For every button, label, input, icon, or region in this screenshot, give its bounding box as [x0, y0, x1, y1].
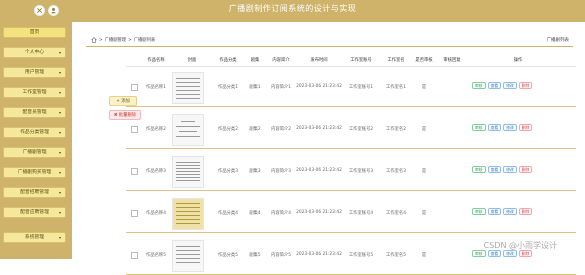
delete-button[interactable]: 删除 [518, 208, 533, 215]
row-checkbox[interactable] [131, 252, 138, 259]
sidebar-item-users[interactable]: 用户管理 ▾ [3, 67, 66, 78]
col-audited[interactable]: 是否审核 [415, 57, 432, 63]
col-episodes[interactable]: 剧集 [251, 57, 260, 63]
sidebar-item-recruitment[interactable]: 配音招聘管理 ▾ [3, 187, 66, 198]
top-header: 广播剧制作订阅系统的设计与实现 [0, 0, 585, 23]
edit-button[interactable]: 修改 [503, 208, 517, 215]
table-row: 作品名称2 作品分类2 剧集2 内容简介2 2023-03-06 21:23:4… [126, 109, 576, 149]
divider [86, 46, 573, 47]
review-button[interactable]: 审核 [472, 208, 486, 215]
sidebar-item-profile[interactable]: 个人中心 ▾ [3, 47, 66, 58]
delete-button[interactable]: 删除 [518, 166, 533, 173]
review-button[interactable]: 审核 [472, 166, 486, 173]
review-button[interactable]: 审核 [472, 250, 486, 257]
chevron-down-icon: ▾ [58, 90, 61, 95]
row-checkbox[interactable] [131, 126, 138, 133]
delete-button[interactable]: 删除 [518, 124, 533, 131]
chevron-down-icon: ▾ [58, 50, 61, 55]
row-checkbox[interactable] [131, 84, 138, 91]
row-checkbox[interactable] [131, 210, 138, 217]
delete-button[interactable]: 删除 [518, 82, 533, 89]
main-content: > 广播剧管理 > 广播剧列表 广播剧列表 + 添加 ✖ 批量删除 作品名称 封… [72, 22, 585, 275]
col-intro[interactable]: 内容简介 [272, 57, 289, 63]
chevron-down-icon: ▾ [58, 190, 61, 195]
sidebar-item-studios[interactable]: 工作室管理 ▾ [3, 87, 66, 98]
cover-image [172, 156, 204, 188]
breadcrumb-current: 广播剧列表 [133, 38, 156, 43]
col-cover: 封面 [187, 58, 197, 63]
sidebar-item-home[interactable]: 首页 [3, 27, 66, 38]
edit-button[interactable]: 修改 [503, 124, 517, 131]
chevron-down-icon: ▾ [58, 70, 61, 75]
sidebar-item-voice-actors[interactable]: 配音员管理 ▾ [3, 107, 66, 118]
chevron-down-icon: ▾ [58, 210, 61, 215]
col-time[interactable]: 发布时间 [310, 57, 327, 63]
sidebar-item-categories[interactable]: 作品分类管理 ▾ [3, 127, 66, 138]
watermark: CSDN @小雨学设计 [483, 241, 557, 250]
breadcrumb: > 广播剧管理 > 广播剧列表 [91, 36, 155, 44]
edit-button[interactable]: 修改 [503, 166, 517, 173]
breadcrumb-parent[interactable]: 广播剧管理 [105, 37, 126, 43]
col-ops: 操作 [513, 58, 523, 63]
review-button[interactable]: 审核 [472, 82, 486, 89]
table-row: 作品名称3 作品分类3 剧集3 内容简介3 2023-03-06 21:23:4… [126, 151, 576, 191]
col-category[interactable]: 作品分类 [219, 57, 236, 63]
chevron-down-icon: ▾ [58, 110, 61, 115]
edit-button[interactable]: 修改 [503, 82, 517, 89]
cover-image [172, 198, 204, 230]
edit-button[interactable]: 修改 [503, 250, 517, 257]
chevron-down-icon: ▾ [58, 130, 61, 135]
chevron-down-icon: ▾ [58, 150, 61, 155]
cover-image [172, 114, 204, 146]
sidebar-item-applications[interactable]: 配音应聘管理 ▾ [3, 207, 66, 218]
home-icon[interactable] [91, 37, 97, 43]
col-name[interactable]: 作品名称 [147, 57, 164, 63]
col-reply[interactable]: 审核回复 [443, 57, 460, 63]
table-row: 作品名称4 作品分类4 剧集4 内容简介4 2023-03-06 21:23:4… [126, 193, 576, 233]
sidebar-item-dramas[interactable]: 广播剧管理 ▾ [3, 147, 66, 158]
sidebar: 首页 个人中心 ▾ 用户管理 ▾ 工作室管理 ▾ 配音员管理 ▾ 作品分类管理 ▾ 广播剧… [0, 22, 72, 259]
view-button[interactable]: 查看 [487, 124, 502, 131]
view-button[interactable]: 查看 [487, 166, 502, 173]
cover-image [172, 240, 204, 272]
app-title: 广播剧制作订阅系统的设计与实现 [228, 4, 357, 13]
col-studio-acct[interactable]: 工作室账号 [350, 57, 371, 63]
delete-button[interactable]: 删除 [518, 250, 533, 257]
view-button[interactable]: 查看 [487, 208, 502, 215]
chevron-down-icon: ▾ [58, 235, 61, 240]
sidebar-item-purchases[interactable]: 广播剧购买管理 ▾ [3, 167, 66, 178]
sidebar-item-system[interactable]: 系统管理 ▾ [3, 232, 66, 243]
review-button[interactable]: 审核 [472, 124, 486, 131]
col-studio-name[interactable]: 工作室名 [387, 57, 404, 63]
view-button[interactable]: 查看 [487, 82, 502, 89]
view-button[interactable]: 查看 [487, 250, 502, 257]
table-header: 作品名称 封面 作品分类 剧集 内容简介 发布时间 工作室账号 工作室名 是否审… [126, 54, 576, 67]
row-checkbox[interactable] [131, 168, 138, 175]
cover-image [172, 72, 204, 104]
table-row: 作品名称1 作品分类1 剧集1 内容简介1 2023-03-06 21:23:4… [126, 67, 576, 107]
chevron-down-icon: ▾ [58, 170, 61, 175]
page-title: 广播剧列表 [546, 38, 570, 43]
